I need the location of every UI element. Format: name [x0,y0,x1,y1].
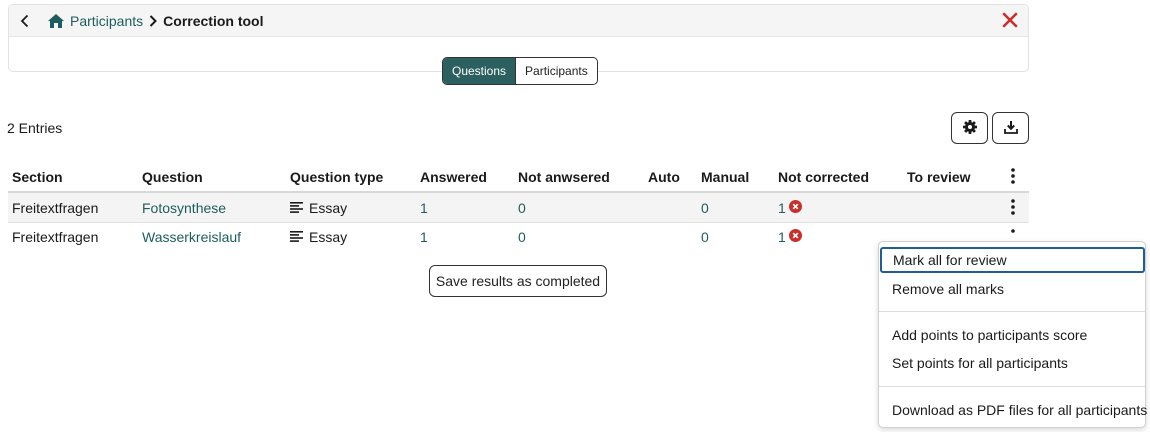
close-icon[interactable] [1002,12,1018,28]
menu-item-download-pdf[interactable]: Download as PDF files for all participan… [879,397,1147,423]
column-actions-kebab-icon[interactable] [1008,167,1018,185]
row-2-question-type: Essay [290,229,347,245]
menu-item-add-points[interactable]: Add points to participants score [879,322,1145,348]
menu-item-set-points[interactable]: Set points for all participants [879,350,1145,376]
breadcrumb: Participants Correction tool [9,5,1028,37]
row-2-type-label: Essay [309,229,348,245]
table-settings-button[interactable] [951,112,988,144]
row-2-not-answered: 0 [518,229,526,245]
page-title: Correction tool [163,12,264,29]
row-2-manual: 0 [701,229,709,245]
column-header-question-type: Question type [290,169,384,185]
column-header-question: Question [142,169,203,185]
menu-divider [879,386,1145,387]
essay-lines-icon [290,229,303,245]
row-actions-menu: Mark all for review Remove all marks Add… [878,241,1147,428]
gear-icon [962,119,977,137]
breadcrumb-participants-link[interactable]: Participants [70,13,143,29]
row-1-manual: 0 [701,200,709,216]
toggle-questions-button[interactable]: Questions [443,58,516,84]
view-toggle: Questions Participants [442,57,598,85]
download-button[interactable] [992,112,1029,144]
menu-divider [879,311,1145,312]
row-1-not-corrected: 1 [778,200,802,216]
column-header-manual: Manual [701,169,750,185]
table-row-divider [8,222,1029,223]
row-2-not-corrected-count: 1 [778,229,786,245]
row-2-answered: 1 [420,229,428,245]
chevron-right-icon [149,14,159,28]
column-header-auto: Auto [648,169,680,185]
menu-item-mark-all-review[interactable]: Mark all for review [880,247,1145,273]
menu-item-remove-all-marks[interactable]: Remove all marks [879,276,1145,302]
error-circle-icon [788,200,802,216]
column-header-section: Section [12,169,63,185]
row-1-actions-kebab-icon[interactable] [1008,198,1018,216]
save-results-button[interactable]: Save results as completed [429,265,607,297]
row-1-question-type: Essay [290,200,347,216]
column-header-answered: Answered [420,169,487,185]
row-1-answered: 1 [420,200,428,216]
essay-lines-icon [290,200,303,216]
row-1-not-corrected-count: 1 [778,200,786,216]
column-header-not-answered: Not anwsered [518,169,610,185]
download-icon [1003,120,1018,137]
row-2-not-corrected: 1 [778,229,802,245]
back-chevron-icon[interactable] [17,13,33,29]
home-icon[interactable] [48,13,64,29]
row-1-not-answered: 0 [518,200,526,216]
column-header-to-review: To review [907,169,971,185]
row-1-question-link[interactable]: Fotosynthese [142,200,226,216]
row-1-type-label: Essay [309,200,348,216]
row-2-section: Freitextfragen [12,229,99,245]
row-1-section: Freitextfragen [12,200,99,216]
error-circle-icon [788,229,802,245]
column-header-not-corrected: Not corrected [778,169,870,185]
row-2-question-link[interactable]: Wasserkreislauf [142,229,241,245]
row-2-actions-kebab-icon[interactable] [1008,229,1018,237]
toggle-participants-button[interactable]: Participants [515,58,597,84]
entries-count: 2 Entries [7,120,63,136]
